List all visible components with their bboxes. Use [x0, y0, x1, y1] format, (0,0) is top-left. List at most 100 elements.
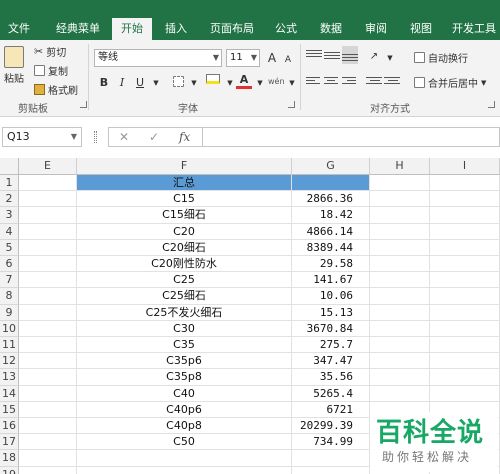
cell-i9[interactable]	[430, 304, 500, 321]
row-header[interactable]: 5	[0, 239, 19, 256]
cell-e4[interactable]	[19, 223, 77, 240]
grow-font-button[interactable]: A	[264, 50, 280, 66]
cell-e12[interactable]	[19, 353, 77, 370]
row-header[interactable]: 12	[0, 353, 19, 370]
cell-g8[interactable]: 10.06	[292, 288, 370, 305]
cell-i14[interactable]	[430, 385, 500, 402]
phonetic-button[interactable]: wén	[268, 74, 285, 90]
align-center-icon[interactable]	[324, 75, 340, 89]
clipboard-expander-icon[interactable]	[80, 101, 87, 108]
cell-h8[interactable]	[370, 288, 430, 305]
cell-g18[interactable]	[292, 450, 370, 467]
row-header[interactable]: 15	[0, 401, 19, 418]
tab-classic-menu[interactable]: 经典菜单	[50, 18, 106, 40]
cell-h10[interactable]	[370, 320, 430, 337]
cell-f4[interactable]: C20	[77, 223, 292, 240]
formula-input[interactable]	[203, 127, 500, 147]
cell-g16[interactable]: 20299.39	[292, 418, 370, 435]
row-header[interactable]: 8	[0, 288, 19, 305]
cut-button[interactable]: ✂ 剪切	[34, 44, 66, 59]
align-bottom-icon[interactable]	[342, 46, 358, 64]
cell-i1[interactable]	[430, 175, 500, 192]
tab-developer[interactable]: 开发工具	[448, 18, 500, 40]
cell-i4[interactable]	[430, 223, 500, 240]
tab-home[interactable]: 开始	[112, 18, 152, 40]
cell-e13[interactable]	[19, 369, 77, 386]
tab-page-layout[interactable]: 页面布局	[204, 18, 260, 40]
cell-e3[interactable]	[19, 207, 77, 224]
column-header-f[interactable]: F	[77, 158, 292, 175]
cell-i7[interactable]	[430, 272, 500, 289]
cell-e8[interactable]	[19, 288, 77, 305]
insert-function-icon[interactable]: fx	[179, 130, 190, 144]
row-header[interactable]: 7	[0, 272, 19, 289]
increase-indent-icon[interactable]	[384, 75, 400, 89]
paste-button[interactable]: 粘贴	[4, 46, 24, 85]
borders-dropdown-icon[interactable]: ▼	[186, 75, 202, 91]
cell-i5[interactable]	[430, 239, 500, 256]
underline-dropdown-icon[interactable]: ▼	[148, 75, 164, 91]
cell-e14[interactable]	[19, 385, 77, 402]
cell-g7[interactable]: 141.67	[292, 272, 370, 289]
cell-g12[interactable]: 347.47	[292, 353, 370, 370]
fill-color-button[interactable]	[206, 74, 222, 90]
row-header[interactable]: 2	[0, 191, 19, 208]
row-header[interactable]: 1	[0, 175, 19, 192]
row-header[interactable]: 4	[0, 223, 19, 240]
cell-f16[interactable]: C40p8	[77, 418, 292, 435]
row-header[interactable]: 11	[0, 337, 19, 354]
cell-h3[interactable]	[370, 207, 430, 224]
cell-f17[interactable]: C50	[77, 434, 292, 451]
cell-h6[interactable]	[370, 256, 430, 273]
row-header[interactable]: 19	[0, 466, 19, 474]
cell-i11[interactable]	[430, 337, 500, 354]
name-box[interactable]: Q13 ▼	[2, 127, 82, 147]
cell-e7[interactable]	[19, 272, 77, 289]
cell-g10[interactable]: 3670.84	[292, 320, 370, 337]
wrap-text-button[interactable]: 自动换行	[414, 50, 468, 65]
cell-f19[interactable]	[77, 466, 292, 474]
cell-e9[interactable]	[19, 304, 77, 321]
align-right-icon[interactable]	[342, 75, 358, 89]
row-header[interactable]: 14	[0, 385, 19, 402]
cell-g9[interactable]: 15.13	[292, 304, 370, 321]
cell-h13[interactable]	[370, 369, 430, 386]
enter-icon[interactable]: ✓	[149, 130, 159, 144]
cell-f11[interactable]: C35	[77, 337, 292, 354]
align-left-icon[interactable]	[306, 75, 322, 89]
cell-g14[interactable]: 5265.4	[292, 385, 370, 402]
cell-g6[interactable]: 29.58	[292, 256, 370, 273]
tab-view[interactable]: 视图	[404, 18, 438, 40]
align-top-icon[interactable]	[306, 48, 322, 62]
cell-e6[interactable]	[19, 256, 77, 273]
cell-g1[interactable]	[292, 175, 370, 192]
row-header[interactable]: 17	[0, 434, 19, 451]
cell-e16[interactable]	[19, 418, 77, 435]
bold-button[interactable]: B	[96, 75, 112, 91]
column-header-h[interactable]: H	[370, 158, 430, 175]
cell-i3[interactable]	[430, 207, 500, 224]
orientation-dropdown-icon[interactable]: ▼	[382, 50, 398, 66]
formula-bar-grip-icon[interactable]	[94, 131, 97, 143]
column-header-g[interactable]: G	[292, 158, 370, 175]
cell-f7[interactable]: C25	[77, 272, 292, 289]
cell-h4[interactable]	[370, 223, 430, 240]
column-header-i[interactable]: I	[430, 158, 500, 175]
cell-g13[interactable]: 35.56	[292, 369, 370, 386]
cell-h2[interactable]	[370, 191, 430, 208]
cell-h7[interactable]	[370, 272, 430, 289]
font-name-select[interactable]: 等线 ▼	[94, 49, 222, 67]
cell-e5[interactable]	[19, 239, 77, 256]
cell-h12[interactable]	[370, 353, 430, 370]
row-header[interactable]: 9	[0, 304, 19, 321]
cell-i10[interactable]	[430, 320, 500, 337]
cell-i13[interactable]	[430, 369, 500, 386]
cell-g5[interactable]: 8389.44	[292, 239, 370, 256]
cell-h9[interactable]	[370, 304, 430, 321]
cell-f13[interactable]: C35p8	[77, 369, 292, 386]
cell-e10[interactable]	[19, 320, 77, 337]
decrease-indent-icon[interactable]	[366, 75, 382, 89]
phonetic-dropdown-icon[interactable]: ▼	[284, 75, 300, 91]
cell-h11[interactable]	[370, 337, 430, 354]
font-expander-icon[interactable]	[288, 101, 295, 108]
